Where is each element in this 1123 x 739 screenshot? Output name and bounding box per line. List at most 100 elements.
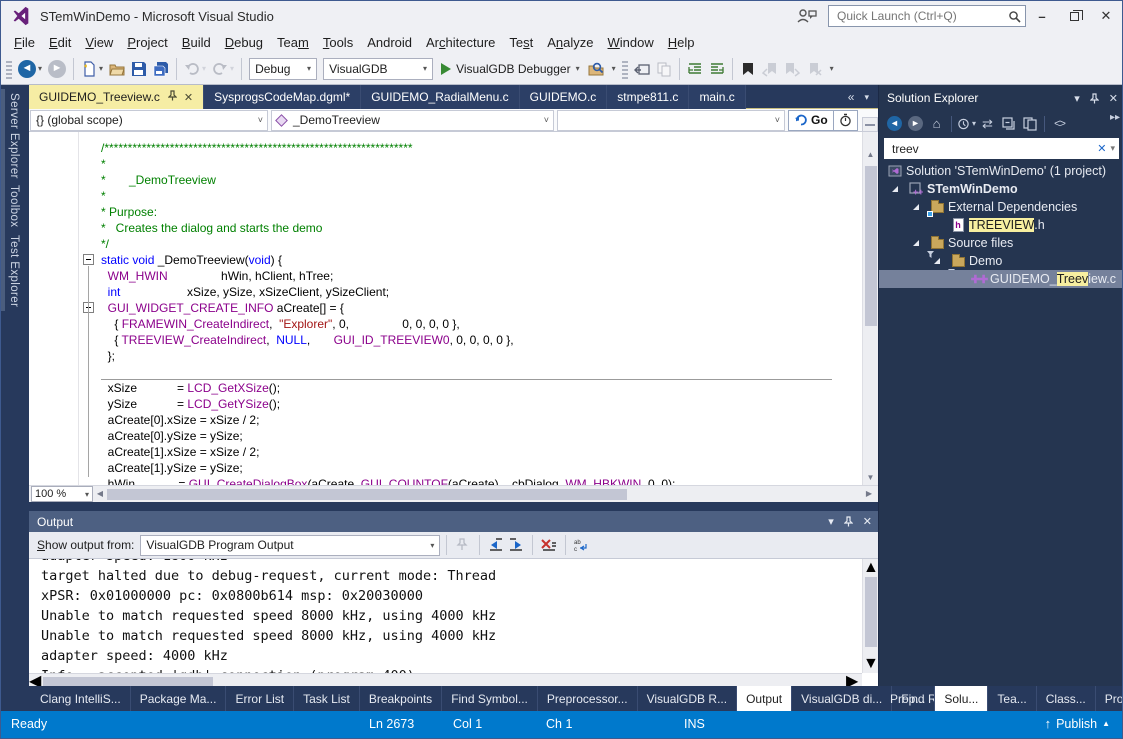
solution-explorer-title-bar[interactable]: Solution Explorer ▾ ✕ [879,85,1123,111]
toolbar-overflow-button-2[interactable]: ▾ [825,57,837,81]
tree-row[interactable]: Demo [879,252,1123,270]
editor-tab-sysprogscodemap-dgml-[interactable]: SysprogsCodeMap.dgml* [204,85,361,109]
quick-launch-input[interactable] [835,8,1008,24]
menu-item-edit[interactable]: Edit [42,33,78,52]
tree-row[interactable]: Source files [879,234,1123,252]
tree-row[interactable]: ++STemWinDemo [879,180,1123,198]
scroll-left-arrow[interactable]: ◀ [93,487,107,501]
symbol-search-input[interactable] [563,112,763,128]
show-all-files-button[interactable] [1020,115,1039,133]
window-position-icon[interactable]: ▾ [828,515,834,528]
se-toolbar-overflow[interactable]: ▸▸ [1110,112,1120,123]
find-message-button[interactable] [453,535,473,555]
editor-tab-guidemo-c[interactable]: GUIDEMO.c [520,85,608,109]
undo-button[interactable]: ▾ [181,57,209,81]
output-title-bar[interactable]: Output ▾ ✕ [29,511,878,532]
pin-icon[interactable] [844,516,853,527]
next-message-button[interactable] [506,535,526,555]
scroll-down-arrow[interactable]: ▼ [863,655,879,673]
pending-changes-filter-button[interactable]: ▾ [957,115,976,133]
toolbar-grip[interactable] [6,59,12,79]
bottom-tab-output[interactable]: Output [737,686,792,711]
editor-vscroll-thumb[interactable] [865,166,877,326]
navigate-back-button[interactable]: ◄▾ [15,57,45,81]
save-all-button[interactable] [150,57,172,81]
go-button[interactable]: Go [788,110,834,131]
editor-vertical-scrollbar[interactable]: ▲ ▼ [862,132,878,485]
menu-item-build[interactable]: Build [175,33,218,52]
bottom-tab-visualgdb-r-[interactable]: VisualGDB R... [638,686,737,711]
toolbar-overflow-button[interactable]: ▾ [607,57,619,81]
status-character[interactable]: Ch 1 [546,717,572,731]
indent-decrease-button[interactable] [684,57,706,81]
menu-item-view[interactable]: View [78,33,120,52]
bottom-tab-clang-intellis-[interactable]: Clang IntelliS... [31,686,131,711]
bottom-tab-visualgdb-di-[interactable]: VisualGDB di... [792,686,892,711]
scope-combo[interactable]: {} (global scope)˅ [30,110,268,131]
menu-item-analyze[interactable]: Analyze [540,33,600,52]
tab-scroll-left-icon[interactable]: « [848,90,855,104]
window-position-icon[interactable]: ▾ [1074,92,1080,105]
tool-tab-toolbox[interactable]: Toolbox [1,181,23,231]
scroll-right-arrow[interactable]: ▶ [862,487,876,501]
previous-message-button[interactable] [486,535,506,555]
panel-tab-prop-[interactable]: Prop... [1096,686,1123,711]
toolbar-grip[interactable] [622,59,628,79]
editor-horizontal-scrollbar[interactable]: 100 %▾ ◀ ▶ [29,485,878,502]
editor-zoom-combo[interactable]: 100 %▾ [31,486,93,502]
menu-item-team[interactable]: Team [270,33,316,52]
tool-tab-test-explorer[interactable]: Test Explorer [1,231,23,311]
tree-row[interactable]: Solution 'STemWinDemo' (1 project) [879,162,1123,180]
output-vscroll-thumb[interactable] [865,577,877,647]
menu-item-file[interactable]: File [7,33,42,52]
output-source-combo[interactable]: VisualGDB Program Output▾ [140,535,440,556]
menu-item-debug[interactable]: Debug [218,33,270,52]
pin-icon[interactable] [168,90,177,104]
editor-tab-guidemo-radialmenu-c[interactable]: GUIDEMO_RadialMenu.c [361,85,519,109]
tree-expander-icon[interactable] [913,204,919,210]
panel-tab-tea-[interactable]: Tea... [988,686,1036,711]
feedback-icon[interactable] [796,6,818,26]
output-text-area[interactable]: adapter speed: 1800 kHztarget halted due… [29,559,862,673]
solution-search-box[interactable]: ✕ ▾ [884,138,1119,159]
solution-search-input[interactable] [890,141,1097,157]
tree-expander-icon[interactable] [934,258,940,264]
scroll-up-arrow[interactable]: ▲ [863,148,878,162]
bottom-tab-breakpoints[interactable]: Breakpoints [360,686,442,711]
chevron-down-icon[interactable]: ▾ [1110,143,1115,154]
minimize-button[interactable]: – [1026,1,1058,31]
status-column[interactable]: Col 1 [453,717,482,731]
output-vertical-scrollbar[interactable]: ▲ ▼ [862,559,878,673]
publish-button[interactable]: ↑ Publish ▲ [1045,716,1110,731]
quick-launch-box[interactable] [828,5,1026,27]
tab-list-dropdown-icon[interactable]: ▾ [864,92,869,103]
bottom-tab-error-list[interactable]: Error List [226,686,294,711]
previous-bookmark-button[interactable] [759,57,781,81]
tree-row[interactable]: External Dependencies [879,198,1123,216]
open-file-button[interactable] [106,57,128,81]
bottom-tab-preprocessor-[interactable]: Preprocessor... [538,686,638,711]
output-hscroll-thumb[interactable] [43,677,213,686]
menu-item-window[interactable]: Window [601,33,661,52]
editor-tab-stmpe811-c[interactable]: stmpe811.c [607,85,689,109]
pin-icon[interactable] [1090,93,1099,104]
panel-tab-solu-[interactable]: Solu... [935,686,988,711]
indent-increase-button[interactable] [706,57,728,81]
editor-splitter-grip[interactable] [862,117,878,132]
navigate-to-container-button[interactable] [631,57,653,81]
new-file-button[interactable]: ▾ [78,57,106,81]
menu-item-architecture[interactable]: Architecture [419,33,502,52]
tree-expander-icon[interactable] [892,186,898,192]
word-wrap-button[interactable]: abc [572,535,592,555]
close-icon[interactable]: ✕ [184,91,193,104]
editor-tab-main-c[interactable]: main.c [689,85,745,109]
sync-with-active-document-button[interactable]: ⇄ [978,115,997,133]
menu-item-tools[interactable]: Tools [316,33,360,52]
timing-button[interactable] [834,110,858,131]
bottom-tab-task-list[interactable]: Task List [294,686,360,711]
scroll-up-arrow[interactable]: ▲ [863,559,878,577]
toggle-bookmark-button[interactable] [737,57,759,81]
close-icon[interactable]: ✕ [863,515,872,528]
tool-tab-server-explorer[interactable]: Server Explorer [1,89,23,183]
tree-expander-icon[interactable] [913,240,919,246]
